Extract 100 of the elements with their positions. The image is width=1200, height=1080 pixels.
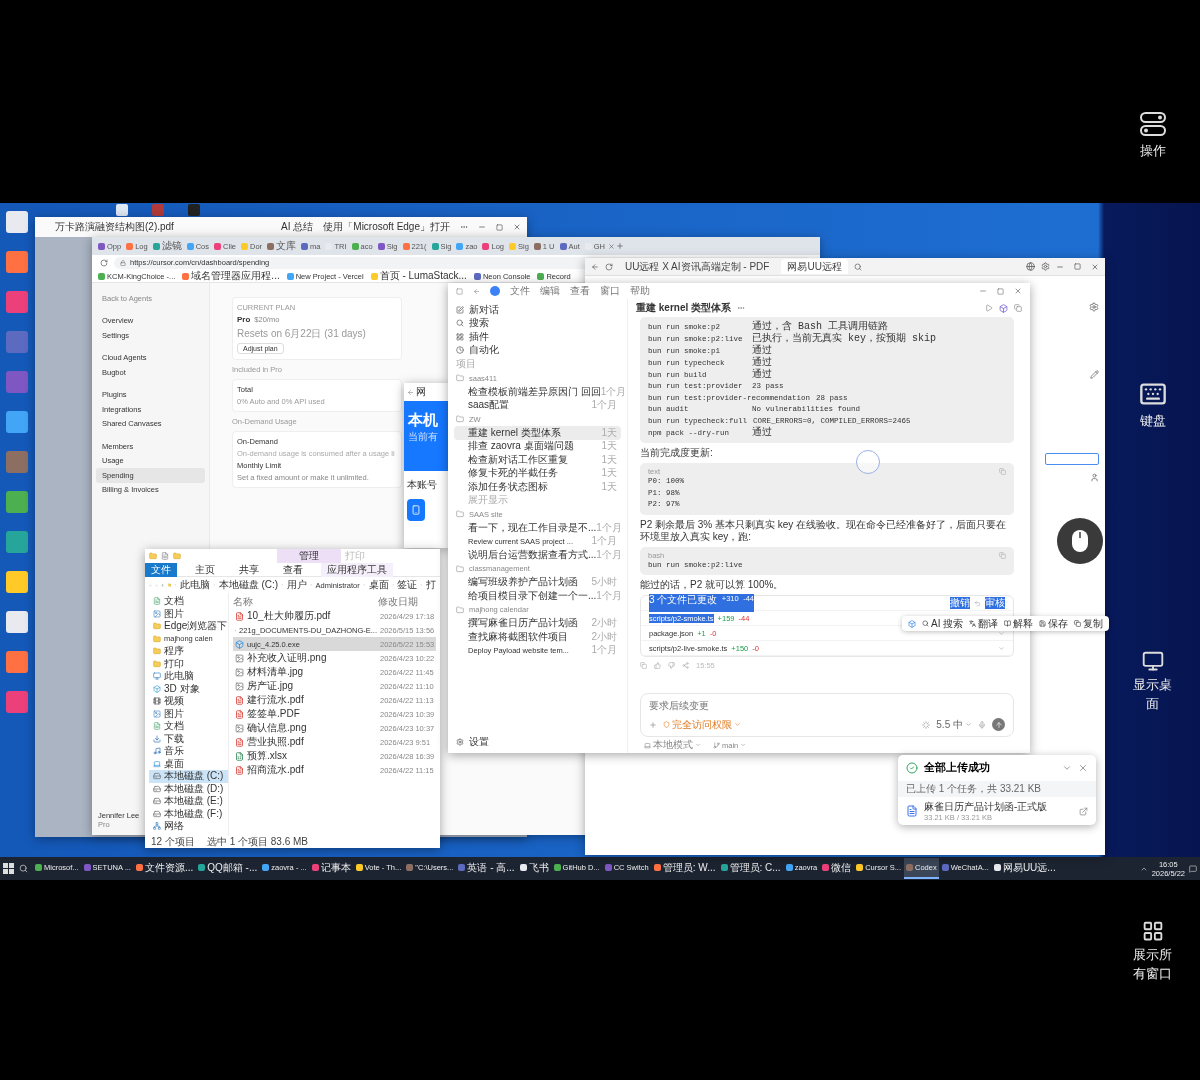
thread-item[interactable]: saas配置 1个月 — [454, 398, 621, 412]
nav-item[interactable]: 自动化 — [454, 343, 621, 357]
desktop-app-icon[interactable] — [6, 491, 28, 513]
desktop-app-icon[interactable] — [6, 651, 28, 673]
ribbon-tab[interactable]: 主页 — [189, 562, 221, 577]
close-icon[interactable] — [513, 223, 521, 231]
ribbon-tab[interactable]: 文件 — [145, 562, 177, 577]
play-icon[interactable] — [985, 304, 993, 312]
thumbs-up-icon[interactable] — [654, 662, 661, 669]
composer-field[interactable]: 要求后续变更 完全访问权限 5.5 中 — [640, 693, 1014, 737]
thread-item[interactable]: 检查新对话工作区重复 1天 — [454, 453, 621, 467]
thread-item[interactable]: 修复卡死的半截任务 1天 — [454, 466, 621, 480]
globe-icon[interactable] — [1026, 262, 1035, 271]
add-icon[interactable] — [649, 720, 657, 729]
nav-item[interactable]: 桌面 — [149, 757, 228, 770]
settings-item[interactable]: 设置 — [454, 735, 621, 749]
desktop-app-icon[interactable] — [6, 251, 28, 273]
thread-item[interactable]: 排查 zaovra 桌面端问题 1天 — [454, 439, 621, 453]
nav-item[interactable]: 图片 — [149, 707, 228, 720]
nav-item[interactable]: 图片 — [149, 607, 228, 620]
toolbar-button[interactable]: 翻译 — [969, 617, 999, 630]
toolbar-button[interactable]: 保存 — [1039, 617, 1069, 630]
open-external-icon[interactable] — [1079, 806, 1088, 816]
desktop-app-icon[interactable] — [6, 411, 28, 433]
nav-item[interactable]: Edge浏览器下 — [149, 620, 228, 633]
breadcrumb[interactable]: 桌面 — [368, 579, 389, 591]
settings-icon[interactable] — [1041, 262, 1050, 271]
browser-tab[interactable]: 网易UU远程 — [781, 259, 848, 274]
thread-item[interactable]: 编写班级养护产品计划函 5小时 — [454, 575, 621, 589]
browser-tab[interactable]: 文库 — [265, 240, 299, 252]
minimize-icon[interactable] — [478, 223, 486, 231]
reload-icon[interactable] — [100, 258, 108, 267]
remote-control-button[interactable]: 操作 — [1117, 110, 1188, 174]
taskbar-item[interactable]: 管理员: C... — [718, 858, 783, 879]
nav-item[interactable]: 本地磁盘 (C:) — [149, 770, 228, 783]
taskbar-item[interactable]: 文件资源... — [133, 858, 196, 879]
back-icon[interactable] — [473, 287, 480, 295]
desktop-app-icon[interactable] — [6, 211, 28, 233]
send-button[interactable] — [992, 718, 1005, 731]
breadcrumb[interactable]: 用户 — [286, 579, 307, 591]
breadcrumb[interactable]: 打 — [426, 579, 436, 591]
nav-item[interactable]: 本地磁盘 (E:) — [149, 795, 228, 808]
desktop-app-icon[interactable] — [6, 531, 28, 553]
mode-dropdown[interactable]: 本地模式 — [644, 739, 701, 751]
thread-item[interactable]: 看一下，现在工作目录是不...1个月 — [454, 521, 621, 535]
nav-item[interactable]: 搜索 — [454, 316, 621, 330]
window-thumbnail-icon[interactable] — [188, 204, 200, 216]
reload-icon[interactable] — [605, 262, 613, 271]
bookmark[interactable]: 域名管理器应用程... — [180, 270, 282, 282]
more-icon[interactable] — [460, 223, 468, 231]
breadcrumb[interactable]: 此电脑 — [179, 579, 210, 591]
taskbar-item[interactable]: 网易UU远... — [991, 858, 1058, 879]
remote-control-button[interactable]: 展示所有窗口 — [1117, 920, 1188, 984]
taskbar-item[interactable]: 飞书 — [517, 858, 551, 879]
share-icon[interactable] — [682, 662, 689, 669]
desktop-app-icon[interactable] — [6, 611, 28, 633]
thumbs-down-icon[interactable] — [668, 662, 675, 669]
menu-item[interactable]: 窗口 — [600, 285, 620, 297]
breadcrumb[interactable]: 本地磁盘 (C:) — [218, 579, 279, 591]
close-icon[interactable] — [1091, 262, 1099, 271]
copy-icon[interactable] — [999, 551, 1006, 559]
collapse-icon[interactable] — [1062, 763, 1072, 773]
taskbar-item[interactable]: 管理员: W... — [651, 858, 718, 879]
taskbar-item[interactable]: 记事本 — [309, 858, 353, 879]
notification-icon[interactable] — [1189, 864, 1197, 873]
undo-button[interactable]: 撤销 — [950, 597, 970, 609]
close-icon[interactable] — [1078, 763, 1088, 773]
thread-item[interactable]: 添加任务状态图标 1天 — [454, 480, 621, 494]
device-tile[interactable] — [407, 499, 425, 521]
nav-item[interactable]: 新对话 — [454, 303, 621, 317]
start-icon[interactable] — [3, 863, 14, 874]
nav-item[interactable]: 视频 — [149, 695, 228, 708]
thread-item[interactable]: 重建 kernel 类型体系 1天 — [454, 426, 621, 440]
input-field[interactable] — [1045, 453, 1099, 465]
review-button[interactable]: 审核 — [985, 597, 1005, 609]
desktop-app-icon[interactable] — [6, 371, 28, 393]
folder-icon[interactable] — [173, 552, 181, 560]
copy-icon[interactable] — [999, 468, 1006, 475]
menu-item[interactable]: 编辑 — [540, 285, 560, 297]
menu-item[interactable]: 文件 — [510, 285, 530, 297]
minimize-icon[interactable] — [979, 287, 987, 295]
ribbon-tab[interactable]: 应用程序工具 — [321, 562, 393, 577]
up-icon[interactable] — [161, 581, 165, 589]
close-icon[interactable] — [1014, 287, 1022, 295]
remote-control-button[interactable]: 键盘 — [1117, 380, 1188, 444]
desktop-app-icon[interactable] — [6, 291, 28, 313]
bookmark[interactable]: 首页 - LumaStack... — [368, 270, 469, 282]
nav-item[interactable]: 此电脑 — [149, 670, 228, 683]
more-icon[interactable] — [737, 304, 746, 312]
nav-item[interactable]: 3D 对象 — [149, 682, 228, 695]
window-thumbnail-icon[interactable] — [152, 204, 164, 216]
maximize-icon[interactable] — [496, 223, 503, 231]
taskbar-item[interactable]: 英语 - 高... — [456, 858, 517, 879]
ribbon-tab[interactable]: 查看 — [277, 562, 309, 577]
toolbar-button[interactable]: 复制 — [1074, 617, 1104, 630]
toolbar-button[interactable]: AI 搜索 — [922, 617, 964, 630]
nav-item[interactable]: 文档 — [149, 720, 228, 733]
thread-item[interactable]: 查找麻将截图软件项目 2小时 — [454, 630, 621, 644]
toolbar-link[interactable]: 使用「Microsoft Edge」打开 — [323, 221, 450, 233]
nav-item[interactable]: 音乐 — [149, 745, 228, 758]
